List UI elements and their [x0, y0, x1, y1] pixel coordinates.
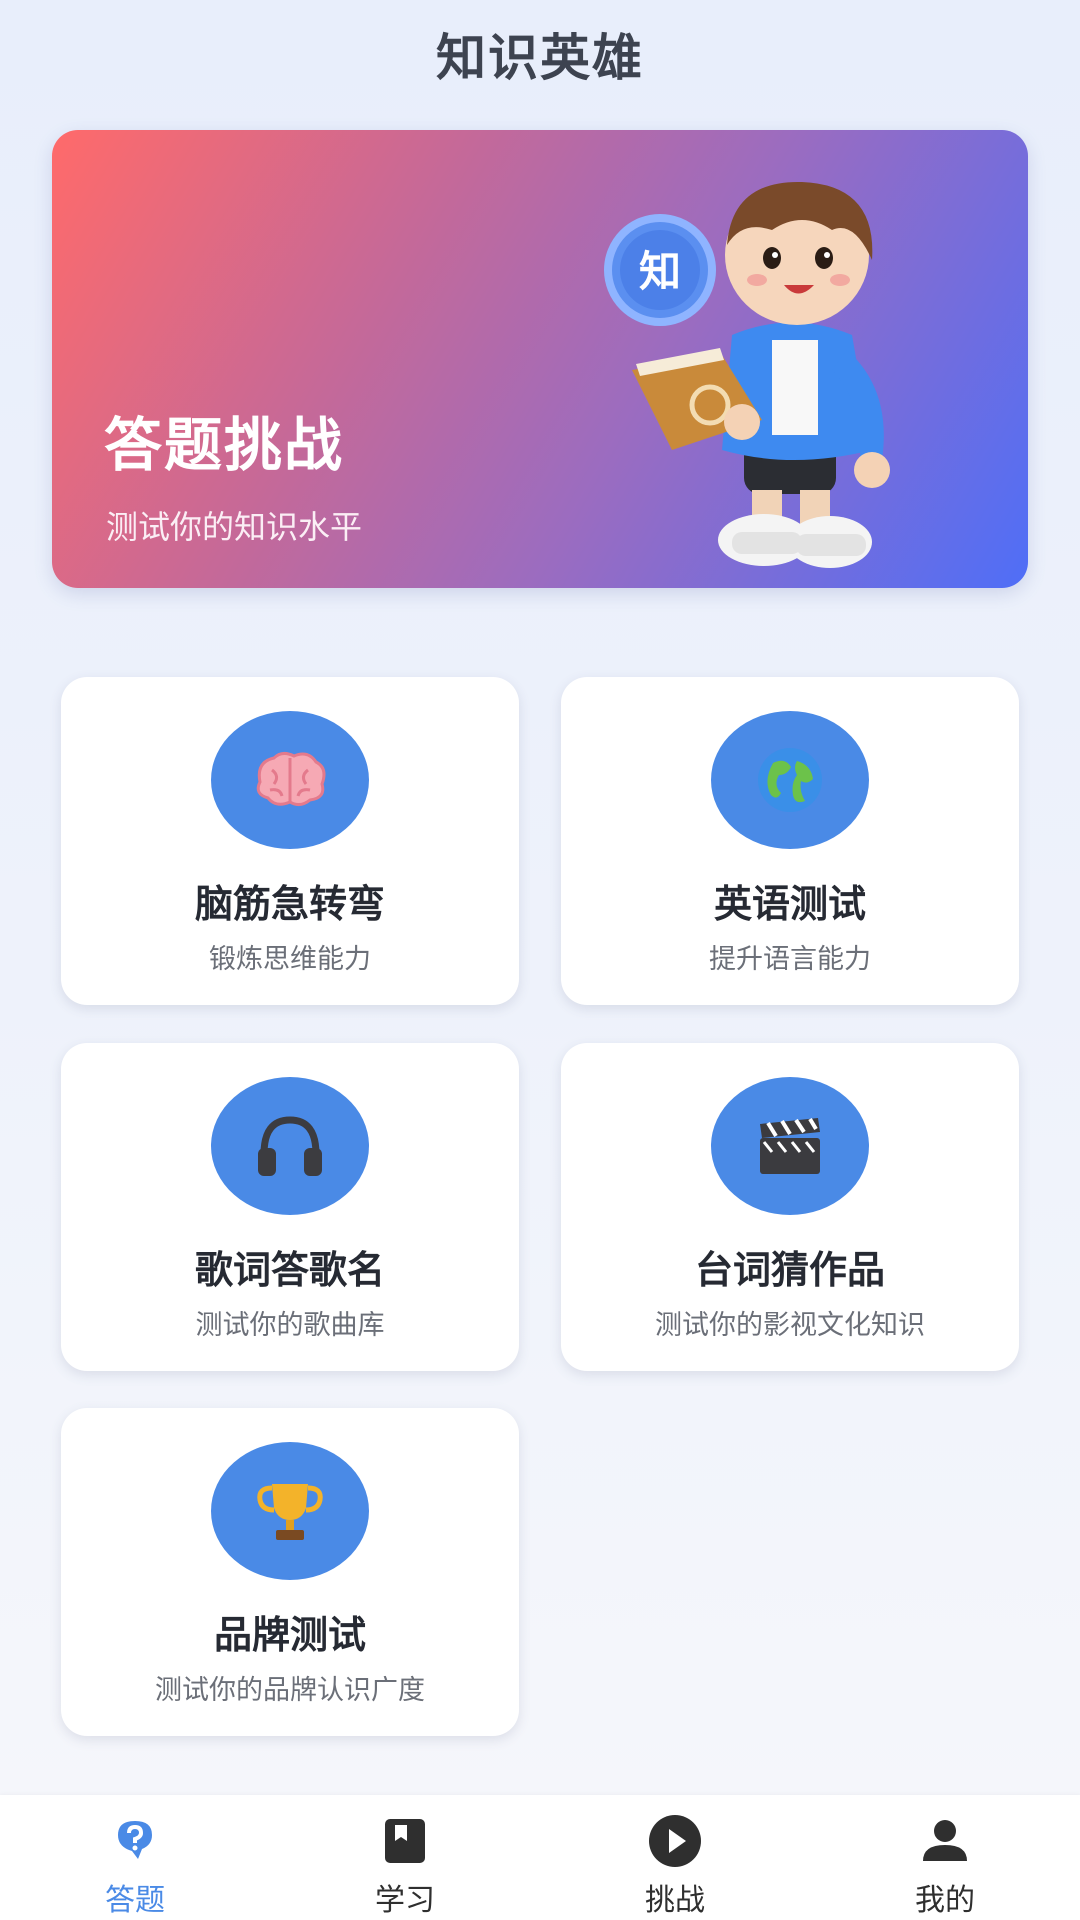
globe-icon: [758, 748, 822, 812]
category-card-english-test[interactable]: 英语测试 提升语言能力: [561, 677, 1019, 1005]
tab-label: 我的: [915, 1883, 975, 1918]
card-description: 锻炼思维能力: [209, 944, 371, 975]
category-card-lyrics-quiz[interactable]: 歌词答歌名 测试你的歌曲库: [61, 1043, 519, 1371]
tab-challenge[interactable]: 挑战: [540, 1795, 810, 1920]
card-title: 歌词答歌名: [194, 1248, 385, 1292]
tab-label: 挑战: [645, 1883, 705, 1918]
tab-label: 答题: [105, 1883, 165, 1918]
globe-icon-circle: [711, 711, 869, 849]
banner-title: 答题挑战: [104, 411, 345, 479]
brain-icon: [256, 751, 326, 807]
card-description: 测试你的品牌认识广度: [155, 1675, 425, 1706]
category-card-brain-teaser[interactable]: 脑筋急转弯 锻炼思维能力: [61, 677, 519, 1005]
badge-char: 知: [639, 247, 681, 296]
quiz-challenge-banner[interactable]: 答题挑战 测试你的知识水平 知: [52, 130, 1028, 588]
quiz-icon: [107, 1813, 163, 1869]
page-title: 知识英雄: [436, 29, 644, 87]
play-icon: [647, 1813, 703, 1869]
category-card-brand-test[interactable]: 品牌测试 测试你的品牌认识广度: [61, 1408, 519, 1736]
trophy-icon: [257, 1484, 323, 1540]
card-description: 测试你的影视文化知识: [655, 1310, 925, 1341]
headphones-icon: [258, 1116, 322, 1176]
brain-icon-circle: [211, 711, 369, 849]
category-card-movie-lines[interactable]: 台词猜作品 测试你的影视文化知识: [561, 1043, 1019, 1371]
bottom-tab-bar: 答题 学习 挑战 我的: [0, 1795, 1080, 1920]
tab-profile[interactable]: 我的: [810, 1795, 1080, 1920]
card-description: 提升语言能力: [709, 944, 871, 975]
headphones-icon-circle: [211, 1077, 369, 1215]
card-title: 脑筋急转弯: [194, 882, 385, 926]
trophy-icon-circle: [211, 1442, 369, 1580]
card-description: 测试你的歌曲库: [195, 1310, 385, 1341]
card-title: 品牌测试: [213, 1613, 366, 1657]
tab-label: 学习: [375, 1883, 435, 1918]
knowledge-badge-icon: 知: [604, 214, 716, 326]
person-icon: [917, 1813, 973, 1869]
card-title: 英语测试: [713, 882, 866, 926]
banner-subtitle: 测试你的知识水平: [106, 508, 363, 546]
boy-reading-illustration: 知: [604, 181, 890, 568]
clapperboard-icon-circle: [711, 1077, 869, 1215]
tab-study[interactable]: 学习: [270, 1795, 540, 1920]
tab-quiz[interactable]: 答题: [0, 1795, 270, 1920]
card-title: 台词猜作品: [694, 1248, 885, 1292]
book-icon: [377, 1813, 433, 1869]
clapperboard-icon: [760, 1117, 820, 1174]
